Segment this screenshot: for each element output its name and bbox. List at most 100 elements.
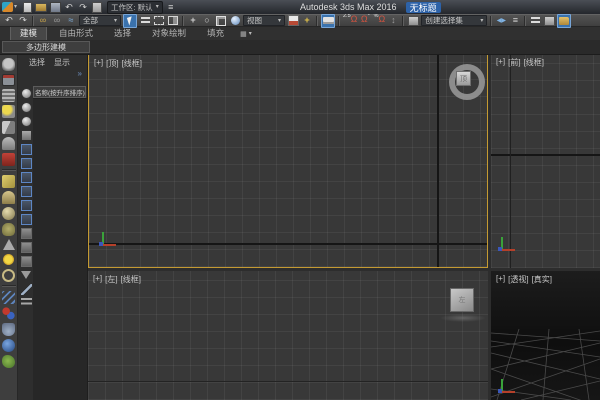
filter-arrow-icon[interactable] (21, 284, 32, 295)
viewport-shading[interactable]: [线框] (524, 57, 544, 68)
world-globe-icon[interactable] (2, 339, 15, 352)
create-teapot-icon[interactable] (2, 223, 15, 236)
light-bulb-icon[interactable] (2, 105, 15, 118)
selection-filter-dropdown[interactable]: 全部 ▾ (79, 15, 121, 26)
select-and-manipulate-button[interactable]: + (301, 15, 313, 27)
spacewarp-icon[interactable] (2, 291, 15, 304)
select-and-rotate-button[interactable]: ○ (201, 15, 213, 27)
layer-manager-button[interactable] (529, 15, 541, 27)
particle-system-icon[interactable] (2, 323, 15, 336)
tab-display[interactable]: 显示 (54, 57, 70, 68)
viewport-name[interactable]: [前] (508, 57, 520, 68)
selection-region-button[interactable] (153, 15, 165, 27)
ribbon-toggle-button[interactable] (557, 14, 571, 28)
viewport-menu-plus[interactable]: [+] (496, 57, 505, 68)
filter-list-icon[interactable] (21, 298, 32, 307)
sunlight-icon[interactable] (2, 253, 15, 266)
workspace-dropdown[interactable]: 工作区: 默认 ▾ (107, 1, 163, 14)
keyboard-shortcut-override-button[interactable] (321, 14, 335, 28)
angle-snap-button[interactable]: Ω ° (359, 15, 371, 27)
spinner-snap-button[interactable]: ↕ (387, 15, 399, 27)
name-sort-column-header[interactable]: 名称(按升序排序) (33, 86, 86, 98)
viewport-left[interactable]: [+] [左] [线框] 左 (88, 271, 488, 400)
create-box-icon[interactable] (2, 175, 15, 188)
left-viewport-label[interactable]: [+] [左] [线框] (93, 274, 141, 285)
named-selection-dropdown[interactable]: 创建选择集 ▾ (421, 15, 487, 26)
render-teapot-icon[interactable] (2, 58, 15, 71)
create-circle-icon[interactable] (2, 269, 15, 282)
viewcube-top-face[interactable]: 顶 (456, 71, 471, 86)
project-template-button[interactable] (91, 2, 103, 13)
camera-icon[interactable] (2, 153, 15, 166)
filter-xrefs-icon[interactable] (21, 186, 32, 197)
viewport-name[interactable]: [透视] (508, 274, 528, 285)
bones-icon[interactable] (2, 307, 15, 320)
toolbar-options-button[interactable]: ≡ (165, 2, 177, 13)
viewport-shading[interactable]: [线框] (122, 58, 142, 69)
viewport-menu-plus[interactable]: [+] (94, 58, 103, 69)
filter-containers-icon[interactable] (21, 214, 32, 225)
polygon-modeling-panel-tab[interactable]: 多边形建模 (2, 41, 90, 53)
tab-selection[interactable]: 选择 (105, 27, 140, 40)
create-sphere-icon[interactable] (2, 207, 15, 220)
filter-spacewarps-icon[interactable] (21, 158, 32, 169)
redo-button[interactable]: ↷ (77, 2, 89, 13)
front-viewport-label[interactable]: [+] [前] [线框] (496, 57, 544, 68)
tab-modeling[interactable]: 建模 (10, 26, 47, 40)
foliage-icon[interactable] (2, 355, 15, 368)
undo-scene-button[interactable]: ↶ (3, 15, 15, 27)
filter-geometry-icon[interactable] (21, 88, 32, 99)
open-file-button[interactable] (35, 2, 47, 13)
dome-light-icon[interactable] (2, 137, 15, 150)
tab-object-paint[interactable]: 对象绘制 (143, 27, 195, 40)
use-pivot-center-button[interactable] (287, 15, 299, 27)
viewport-window-icon[interactable] (2, 74, 15, 86)
filter-funnel-icon[interactable] (21, 271, 31, 279)
viewport-name[interactable]: [左] (105, 274, 117, 285)
new-scene-button[interactable] (21, 2, 33, 13)
save-file-button[interactable] (49, 2, 61, 13)
viewport-shading[interactable]: [线框] (121, 274, 141, 285)
select-object-button[interactable] (123, 14, 137, 28)
viewport-front[interactable]: [+] [前] [线框] (491, 54, 600, 268)
viewport-menu-plus[interactable]: [+] (93, 274, 102, 285)
speaker-icon[interactable] (2, 121, 15, 134)
filter-bones-icon[interactable] (21, 200, 32, 211)
filter-helpers-icon[interactable] (21, 144, 32, 155)
bind-to-spacewarp-icon[interactable]: ≈ (65, 15, 77, 27)
unlink-selection-icon[interactable]: ∞ (51, 15, 63, 27)
create-pyramid-icon[interactable] (3, 239, 15, 250)
filter-cameras-icon[interactable] (21, 130, 32, 141)
select-and-scale-button[interactable] (215, 15, 227, 27)
select-by-name-button[interactable] (139, 15, 151, 27)
perspective-viewport-label[interactable]: [+] [透视] [真实] (496, 274, 552, 285)
viewport-menu-plus[interactable]: [+] (496, 274, 505, 285)
tab-select[interactable]: 选择 (29, 57, 45, 68)
select-and-place-button[interactable] (229, 15, 241, 27)
percent-snap-button[interactable]: % Ω (373, 15, 385, 27)
snaps-toggle-button[interactable]: 2.5 Ω (343, 15, 357, 27)
filter-shapes-icon[interactable] (21, 102, 32, 113)
viewport-top[interactable]: [+] [顶] [线框] 顶 (88, 54, 488, 268)
window-crossing-button[interactable] (167, 15, 179, 27)
filter-materials-icon[interactable] (21, 228, 32, 239)
filter-lights-icon[interactable] (21, 116, 32, 127)
tab-populate[interactable]: 填充 (198, 27, 233, 40)
filter-groups-icon[interactable] (21, 172, 32, 183)
align-button[interactable]: ≡ (509, 15, 521, 27)
filter-layers-icon[interactable] (21, 256, 32, 267)
mirror-button[interactable]: ◀▶ (495, 15, 507, 27)
redo-scene-button[interactable]: ↷ (17, 15, 29, 27)
toolbox-button[interactable] (543, 15, 555, 27)
viewport-perspective[interactable]: [+] [透视] [真实] (491, 271, 600, 400)
viewport-shading[interactable]: [真实] (532, 274, 552, 285)
ribbon-overflow-button[interactable]: ▦ ▾ (236, 30, 256, 40)
select-and-move-button[interactable]: + (187, 15, 199, 27)
create-dome-icon[interactable] (2, 191, 15, 204)
application-menu-button[interactable]: ▾ (2, 2, 17, 12)
tab-freeform[interactable]: 自由形式 (50, 27, 102, 40)
top-viewport-label[interactable]: [+] [顶] [线框] (94, 58, 142, 69)
select-and-link-icon[interactable]: ∞ (37, 15, 49, 27)
explorer-overflow-chevron[interactable]: » (78, 69, 82, 78)
scene-object-list[interactable] (33, 98, 87, 400)
